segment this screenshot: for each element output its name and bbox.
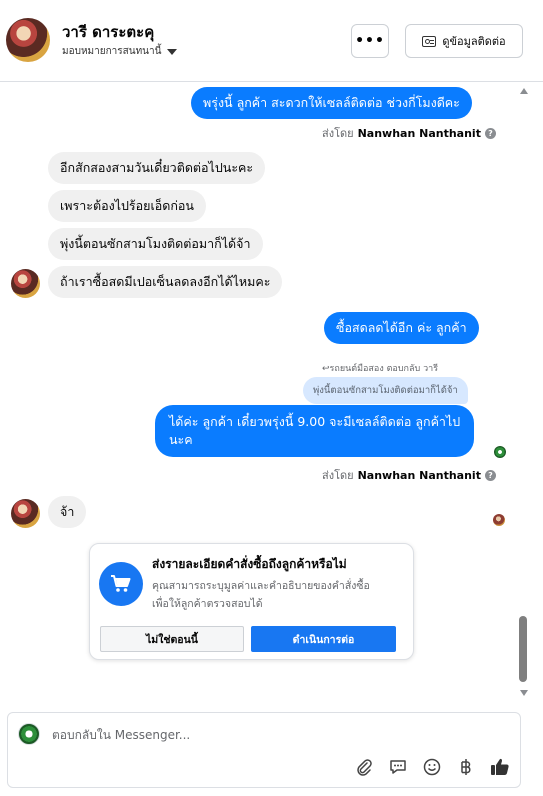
contact-name[interactable]: วารี ดาระตะคุ: [62, 20, 154, 44]
reply-composer: [7, 712, 521, 788]
message-line: ได้ค่ะ ลูกค้า เดี๋ยวพรุ่งนี้ 9.00 จะมีเซ…: [169, 414, 461, 429]
message-bubble-incoming[interactable]: อีกสักสองสามวันเดี๋ยวติดต่อไปนะคะ: [48, 152, 266, 184]
contact-avatar-small[interactable]: [11, 269, 40, 298]
order-card-description: คุณสามารถระบุมูลค่าและคำอธิบายของคำสั่งซ…: [152, 580, 370, 592]
scroll-up-arrow-icon[interactable]: [520, 88, 528, 94]
sent-by-label: ส่งโดย Nanwhan Nanthanit ?: [322, 124, 496, 142]
attachment-icon[interactable]: [354, 757, 374, 777]
message-bubble-incoming[interactable]: ถ้าเราซื้อสดมีเปอเซ็นลดลงอีกได้ไหมคะ: [48, 266, 283, 298]
sent-by-prefix: ส่งโดย: [322, 127, 354, 140]
sent-by-prefix: ส่งโดย: [322, 469, 354, 482]
message-bubble-outgoing[interactable]: ซื้อสดลดได้อีก ค่ะ ลูกค้า: [324, 312, 479, 344]
message-bubble-incoming[interactable]: พุ่งนี้ตอนซักสามโมงติดต่อมาก็ได้จ้า: [48, 228, 263, 260]
page-avatar: [18, 723, 40, 745]
message-bubble-outgoing[interactable]: ได้ค่ะ ลูกค้า เดี๋ยวพรุ่งนี้ 9.00 จะมีเซ…: [155, 405, 475, 457]
continue-button[interactable]: ดำเนินการต่อ: [251, 626, 396, 652]
order-card-description: เพื่อให้ลูกค้าตรวจสอบได้: [152, 598, 263, 610]
read-receipt-avatar: [494, 446, 506, 458]
more-options-button[interactable]: •••: [351, 24, 389, 58]
thumbs-up-icon[interactable]: [490, 757, 510, 777]
seen-by-avatar: [493, 514, 505, 526]
message-bubble-incoming[interactable]: จ้า: [48, 496, 87, 528]
composer-toolbar: [354, 757, 510, 777]
sent-by-label: ส่งโดย Nanwhan Nanthanit ?: [322, 466, 496, 484]
scrollbar-thumb[interactable]: [519, 616, 527, 682]
baht-icon[interactable]: [456, 757, 476, 777]
assign-conversation-dropdown[interactable]: มอบหมายการสนทนานี้: [62, 44, 178, 59]
info-icon[interactable]: ?: [484, 127, 496, 139]
view-contact-info-label: ดูข้อมูลติดต่อ: [442, 35, 506, 48]
sender-name: Nanwhan Nanthanit: [357, 468, 481, 482]
scroll-down-arrow-icon[interactable]: [520, 690, 528, 696]
emoji-icon[interactable]: [422, 757, 442, 777]
view-contact-info-button[interactable]: ดูข้อมูลติดต่อ: [405, 24, 523, 58]
shopping-cart-icon: [99, 562, 143, 606]
contact-avatar-small[interactable]: [11, 499, 40, 528]
message-bubble-outgoing[interactable]: พรุ่งนี้ ลูกค้า สะดวกให้เซลล์ติดต่อ ช่วง…: [191, 87, 472, 119]
contact-card-icon: [422, 35, 437, 47]
info-icon[interactable]: ?: [484, 469, 496, 481]
caret-down-icon: [167, 48, 178, 55]
sender-name: Nanwhan Nanthanit: [357, 126, 481, 140]
saved-reply-icon[interactable]: [388, 757, 408, 777]
reply-input[interactable]: [52, 725, 502, 745]
assign-label: มอบหมายการสนทนานี้: [62, 46, 162, 57]
order-card-title: ส่งรายละเอียดคำสั่งซื้อถึงลูกค้าหรือไม่: [152, 557, 347, 571]
reply-context-note: ↩รถยนต์มือสอง ตอบกลับ วารี: [322, 364, 439, 374]
conversation-header: วารี ดาระตะคุ มอบหมายการสนทนานี้ ••• ดูข…: [0, 0, 543, 82]
not-now-button[interactable]: ไม่ใช่ตอนนี้: [100, 626, 244, 652]
quoted-message[interactable]: พุ่งนี้ตอนซักสามโมงติดต่อมาก็ได้จ้า: [303, 377, 468, 404]
message-line: นะค: [169, 432, 193, 447]
contact-avatar[interactable]: [6, 18, 50, 62]
message-bubble-incoming[interactable]: เพราะต้องไปร้อยเอ็ดก่อน: [48, 190, 206, 222]
order-details-prompt-card: ส่งรายละเอียดคำสั่งซื้อถึงลูกค้าหรือไม่ …: [89, 543, 414, 660]
